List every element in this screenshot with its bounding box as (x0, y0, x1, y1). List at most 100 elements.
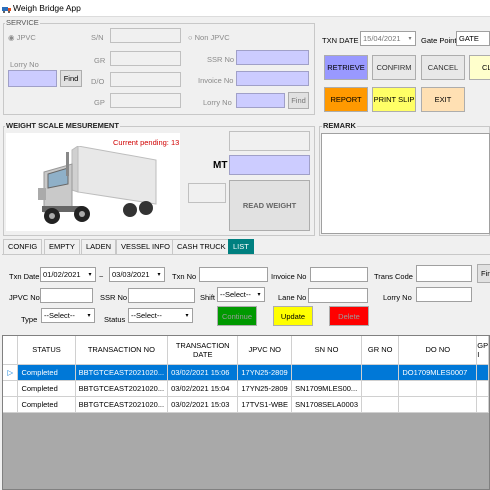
read-weight-button[interactable]: READ WEIGHT (229, 180, 310, 231)
filter-invoice-no-label: Invoice No (271, 272, 307, 281)
mt-label: MT (213, 160, 228, 171)
cell-gp-no (476, 380, 489, 397)
filter-ssr-no-input[interactable] (128, 288, 195, 303)
filter-jpvc-no-label: JPVC No (9, 293, 40, 302)
report-button[interactable]: REPORT (324, 87, 368, 112)
lorry-no-input[interactable] (8, 70, 57, 87)
column-header[interactable]: SN NO (291, 336, 363, 365)
date-from-picker[interactable]: 01/02/2021 ▾ (40, 267, 96, 282)
cell-status: Completed (17, 396, 76, 413)
row-header-corner (3, 336, 19, 365)
confirm-button[interactable]: CONFIRM (372, 55, 416, 80)
row-selector-icon[interactable]: ▷ (3, 364, 19, 381)
table-row[interactable]: Completed BBTGTCEAST2021020... 03/02/202… (3, 396, 489, 413)
column-header[interactable]: JPVC NO (237, 336, 293, 365)
filter-invoice-no-input[interactable] (310, 267, 368, 282)
date-from-value: 01/02/2021 (43, 270, 81, 279)
tab-empty[interactable]: EMPTY (44, 239, 80, 254)
cell-gr-no (361, 364, 400, 381)
find-button[interactable]: Find (60, 70, 82, 87)
tab-cash-truck[interactable]: CASH TRUCK (172, 239, 231, 254)
cell-do-no (398, 396, 478, 413)
filter-lane-no-input[interactable] (308, 288, 368, 303)
remark-textarea[interactable] (321, 133, 490, 234)
table-row[interactable]: Completed BBTGTCEAST2021020... 03/02/202… (3, 380, 489, 397)
row-header[interactable] (3, 380, 19, 397)
ssr-no-input[interactable] (236, 50, 309, 65)
filter-type-value: --Select-- (44, 311, 75, 320)
gate-point-label: Gate Point (421, 36, 457, 45)
non-jpvc-radio[interactable]: ○ Non JPVC (188, 33, 230, 42)
transactions-table: STATUS TRANSACTION NO TRANSACTION DATE J… (3, 336, 489, 413)
filter-find-button[interactable]: Fin (477, 264, 490, 283)
cancel-button[interactable]: CANCEL (421, 55, 465, 80)
gr-input[interactable] (110, 51, 181, 66)
filter-trans-code-input[interactable] (416, 265, 472, 282)
gp-input[interactable] (110, 93, 181, 108)
filter-txn-no-label: Txn No (172, 272, 197, 281)
cell-transaction-no: BBTGTCEAST2021020... (75, 364, 169, 381)
column-header[interactable]: DO NO (398, 336, 478, 365)
filter-lorry-no-label: Lorry No (383, 293, 412, 302)
window-title: Weigh Bridge App (13, 3, 81, 13)
filter-lorry-no-input[interactable] (416, 287, 472, 302)
column-header[interactable]: TRANSACTION NO (75, 336, 169, 365)
txn-date-value: 15/04/2021 (363, 34, 401, 43)
lorry-no2-input[interactable] (236, 93, 285, 108)
grid-header-row: STATUS TRANSACTION NO TRANSACTION DATE J… (3, 336, 489, 365)
invoice-no-label: Invoice No (198, 76, 234, 85)
txn-date-label: TXN DATE (322, 36, 359, 45)
retrieve-button[interactable]: RETRIEVE (324, 55, 368, 80)
filter-jpvc-no-input[interactable] (40, 288, 93, 303)
filter-txn-no-input[interactable] (199, 267, 268, 282)
gate-point-input[interactable]: GATE (456, 31, 490, 46)
filter-shift-value: --Select-- (220, 290, 251, 299)
filter-status-select[interactable]: --Select-- ▾ (128, 308, 193, 323)
update-button[interactable]: Update (273, 306, 313, 326)
date-range-tilde: ~ (99, 272, 104, 281)
app-icon (2, 7, 11, 13)
column-header[interactable]: GR NO (361, 336, 400, 365)
cell-transaction-date: 03/02/2021 15:06 (167, 364, 239, 381)
transactions-grid[interactable]: STATUS TRANSACTION NO TRANSACTION DATE J… (2, 335, 490, 490)
jpvc-radio[interactable]: ◉ JPVC (8, 33, 36, 42)
print-slip-button[interactable]: PRINT SLIP (372, 87, 416, 112)
weight-mt-value (229, 155, 310, 175)
cell-transaction-no: BBTGTCEAST2021020... (75, 396, 169, 413)
cell-jpvc-no: 17TVS1-WBE (237, 396, 293, 413)
lorry-no-label: Lorry No (10, 60, 39, 69)
delete-button[interactable]: Delete (329, 306, 369, 326)
clear-button[interactable]: CL (469, 55, 490, 80)
date-to-picker[interactable]: 03/03/2021 ▾ (109, 267, 165, 282)
chevron-down-icon: ▾ (408, 36, 412, 42)
service-group-title: SERVICE (5, 18, 40, 27)
column-header[interactable]: STATUS (17, 336, 76, 365)
sn-label: S/N (91, 33, 104, 42)
sn-input[interactable] (110, 28, 181, 43)
tab-list[interactable]: LIST (228, 239, 254, 254)
tab-laden[interactable]: LADEN (81, 239, 117, 254)
txn-date-picker[interactable]: 15/04/2021 ▾ (360, 31, 416, 46)
filter-shift-select[interactable]: --Select-- ▾ (217, 287, 265, 302)
cell-gr-no (361, 396, 400, 413)
cell-sn-no: SN1708SELA0003 (291, 396, 363, 413)
cell-do-no: DO1709MLES0007 (398, 364, 478, 381)
tab-vessel-info[interactable]: VESSEL INFO (116, 239, 175, 254)
find2-button[interactable]: Find (288, 92, 309, 109)
continue-button[interactable]: Continue (217, 306, 257, 326)
filter-ssr-no-label: SSR No (100, 293, 128, 302)
filter-type-select[interactable]: --Select-- ▾ (41, 308, 95, 323)
jpvc-radio-label: JPVC (16, 33, 36, 42)
cell-transaction-date: 03/02/2021 15:04 (167, 380, 239, 397)
row-header[interactable] (3, 396, 19, 413)
tab-config[interactable]: CONFIG (3, 239, 43, 254)
column-header[interactable]: GP I (476, 336, 489, 365)
exit-button[interactable]: EXIT (421, 87, 465, 112)
do-input[interactable] (110, 72, 181, 87)
invoice-no-input[interactable] (236, 71, 309, 86)
date-to-value: 03/03/2021 (112, 270, 150, 279)
table-row[interactable]: ▷ Completed BBTGTCEAST2021020... 03/02/2… (3, 364, 489, 381)
lorry-no2-label: Lorry No (203, 98, 232, 107)
title-bar: Weigh Bridge App (0, 0, 490, 17)
column-header[interactable]: TRANSACTION DATE (167, 336, 239, 365)
